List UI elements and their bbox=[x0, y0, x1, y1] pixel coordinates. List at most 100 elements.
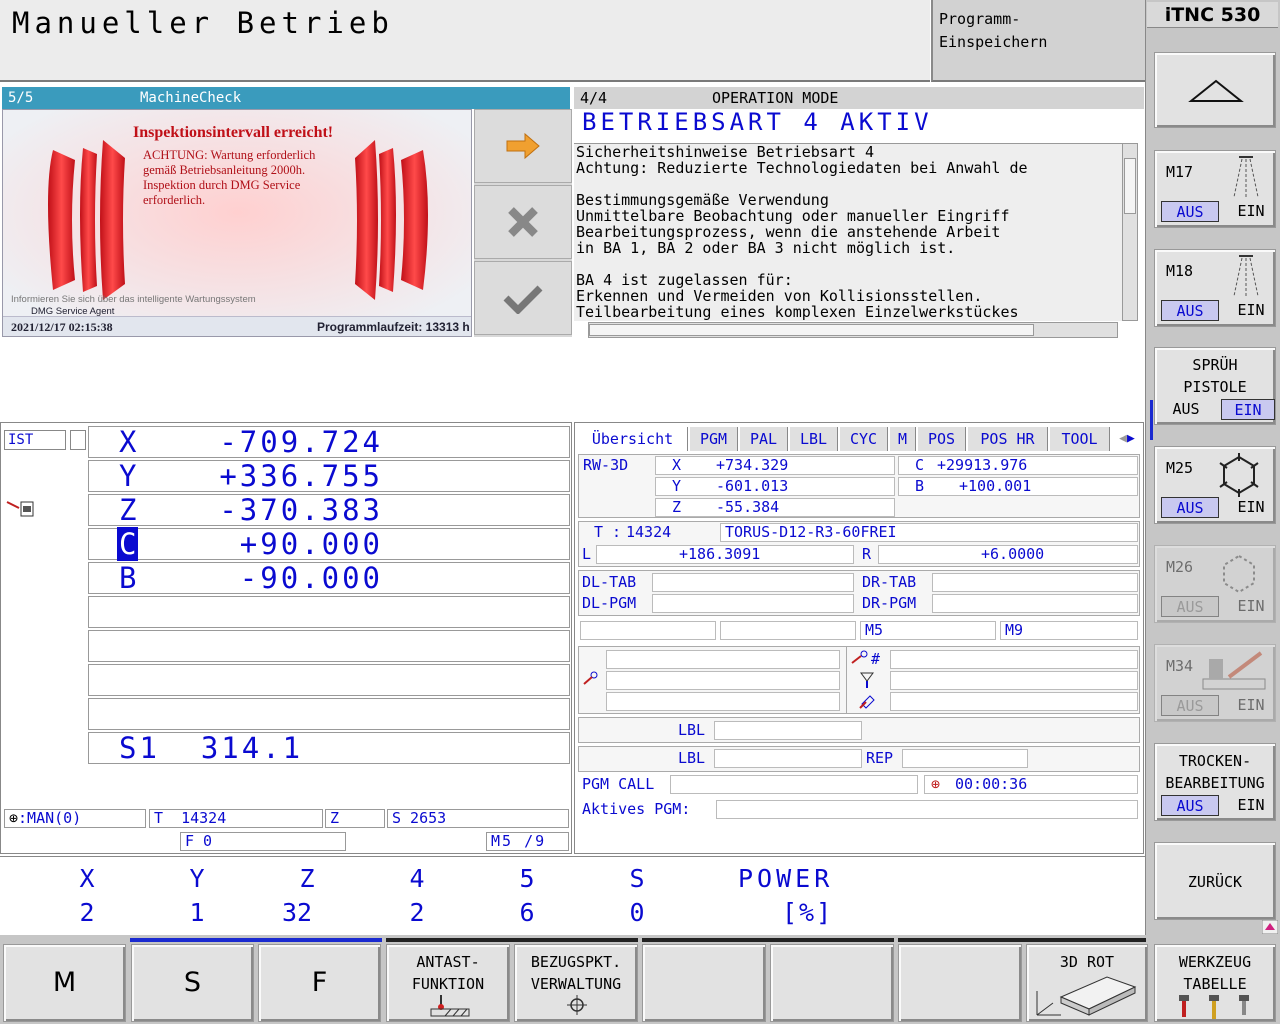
m25-on-label: EIN bbox=[1237, 498, 1265, 516]
m18-label: M18 bbox=[1166, 262, 1194, 280]
l-value: +186.3091 bbox=[679, 545, 761, 563]
alert-line-2: gemäß Betriebsanleitung 2000h. bbox=[143, 163, 306, 177]
axis-label: B bbox=[119, 561, 137, 595]
cancel-button[interactable] bbox=[474, 185, 572, 259]
axis-value: -90.000 bbox=[239, 561, 383, 595]
m-function-cell: M5 /9 bbox=[486, 832, 569, 851]
machinecheck-page: 5/5 bbox=[8, 90, 34, 106]
scroll-thumb[interactable] bbox=[1124, 158, 1136, 214]
f-softkey[interactable]: F bbox=[258, 944, 381, 1022]
empty-softkey[interactable] bbox=[642, 944, 766, 1022]
softkey-group-indicator bbox=[642, 938, 894, 942]
3d-rot-softkey[interactable]: 3D ROT bbox=[1026, 944, 1148, 1022]
z-cell: Z -55.384 bbox=[655, 498, 895, 517]
hash-label: # bbox=[871, 650, 881, 668]
spray-gun-softkey[interactable]: SPRÜH PISTOLE AUS EIN bbox=[1154, 347, 1276, 425]
program-store-button[interactable]: Programm- Einspeichern bbox=[931, 0, 1145, 82]
counter-y-label: Y bbox=[189, 864, 205, 893]
tab-tool[interactable]: TOOL bbox=[1050, 427, 1110, 451]
tab-pal[interactable]: PAL bbox=[740, 427, 788, 451]
empty-softkey[interactable] bbox=[770, 944, 894, 1022]
m17-on-label: EIN bbox=[1237, 202, 1265, 220]
m17-softkey[interactable]: M17 AUS EIN bbox=[1154, 150, 1276, 228]
lbl-cell-2 bbox=[714, 749, 862, 768]
spray-on-state: EIN bbox=[1221, 399, 1275, 420]
man-mode: :MAN(0) bbox=[18, 809, 82, 827]
tab-pgm[interactable]: PGM bbox=[690, 427, 738, 451]
alert-line-3: Inspektion durch DMG Service bbox=[143, 178, 301, 192]
m34-softkey[interactable]: M34 AUS EIN bbox=[1154, 644, 1276, 722]
m26-softkey[interactable]: M26 AUS EIN bbox=[1154, 545, 1276, 623]
checkmark-icon bbox=[503, 285, 543, 314]
scroll-thumb[interactable] bbox=[589, 324, 1034, 336]
gear-dotted-icon bbox=[1223, 554, 1255, 594]
tab-m[interactable]: M bbox=[890, 427, 916, 451]
softkey-group-indicator bbox=[386, 938, 638, 942]
position-mode: IST bbox=[4, 430, 66, 450]
m18-softkey[interactable]: M18 AUS EIN bbox=[1154, 249, 1276, 327]
tool-table-label-1: WERKZEUG bbox=[1178, 953, 1252, 971]
y-value: -601.013 bbox=[716, 477, 789, 495]
opmode-header: 4/4 OPERATION MODE bbox=[574, 87, 1144, 109]
confirm-button[interactable] bbox=[474, 261, 572, 335]
empty-softkey[interactable] bbox=[898, 944, 1022, 1022]
m34-label: M34 bbox=[1166, 657, 1194, 675]
status-indicator-icon bbox=[1262, 920, 1278, 934]
chevron-left-icon[interactable]: ◀ bbox=[1119, 431, 1127, 446]
page-up-button[interactable] bbox=[1154, 52, 1276, 128]
r-label: R bbox=[862, 545, 872, 563]
tab-overview[interactable]: Übersicht bbox=[578, 427, 688, 451]
dr-tab-label: DR-TAB bbox=[862, 573, 917, 591]
axis-value: +336.755 bbox=[219, 459, 383, 493]
opmode-text: Sicherheitshinweise Betriebsart 4 Achtun… bbox=[574, 143, 1122, 321]
spray-label-1: SPRÜH bbox=[1192, 356, 1238, 374]
counter-x-value: 2 bbox=[79, 898, 95, 927]
horizontal-scrollbar[interactable] bbox=[588, 322, 1118, 338]
next-button[interactable] bbox=[474, 109, 572, 183]
axis-row-b: B -90.000 bbox=[88, 561, 570, 595]
feed-cell: F 0 bbox=[180, 832, 346, 851]
m-softkey[interactable]: M bbox=[3, 944, 126, 1022]
datum-label-1: BEZUGSPKT. bbox=[530, 953, 622, 971]
crosshair-icon: ⊕ bbox=[9, 809, 19, 827]
tool-number: 14324 bbox=[181, 809, 227, 827]
rep-cell bbox=[902, 749, 1028, 768]
chevron-right-icon[interactable]: ▶ bbox=[1127, 431, 1135, 446]
m-label: M bbox=[52, 967, 77, 998]
alert-title: Inspektionsintervall erreicht! bbox=[133, 124, 334, 141]
tool-cell: T 14324 bbox=[149, 809, 323, 828]
tab-pos-hr[interactable]: POS HR bbox=[968, 427, 1048, 451]
tab-lbl[interactable]: LBL bbox=[790, 427, 838, 451]
arrow-right-icon bbox=[506, 132, 540, 160]
probe-function-softkey[interactable]: ANTAST- FUNKTION bbox=[386, 944, 510, 1022]
coolant-icon bbox=[1233, 255, 1259, 297]
dry-label-1: TROCKEN- bbox=[1178, 752, 1252, 770]
tab-pos[interactable]: POS bbox=[918, 427, 966, 451]
vertical-scrollbar[interactable] bbox=[1122, 143, 1138, 321]
m9-cell: M9 bbox=[1000, 621, 1138, 640]
dry-machining-softkey[interactable]: TROCKEN- BEARBEITUNG AUS EIN bbox=[1154, 743, 1276, 821]
probe-label-2: FUNKTION bbox=[411, 975, 485, 993]
s-softkey[interactable]: S bbox=[131, 944, 254, 1022]
close-icon bbox=[508, 207, 538, 237]
mirror-icon bbox=[860, 672, 874, 688]
axis-row-c: C +90.000 bbox=[88, 527, 570, 561]
r-value: +6.0000 bbox=[981, 545, 1045, 563]
b-value: +100.001 bbox=[959, 477, 1032, 495]
dr-pgm-cell bbox=[932, 594, 1138, 613]
m25-softkey[interactable]: M25 AUS EIN bbox=[1154, 446, 1276, 524]
x-value: +734.329 bbox=[716, 456, 789, 474]
tab-scroll[interactable]: ◀▶ bbox=[1112, 427, 1142, 451]
active-pgm-label: Aktives PGM: bbox=[582, 800, 691, 818]
back-button[interactable]: ZURÜCK bbox=[1154, 842, 1276, 920]
counter-s-label: S bbox=[629, 864, 645, 893]
axis-label: X bbox=[119, 425, 137, 459]
datum-management-softkey[interactable]: BEZUGSPKT. VERWALTUNG bbox=[514, 944, 638, 1022]
clock-icon: ⊕ bbox=[931, 775, 941, 793]
c-label: C bbox=[915, 456, 925, 474]
tab-cyc[interactable]: CYC bbox=[840, 427, 888, 451]
pgm-call-cell bbox=[670, 775, 918, 794]
tool-table-softkey[interactable]: WERKZEUG TABELLE bbox=[1154, 944, 1276, 1022]
man-mode-cell: ⊕:MAN(0) bbox=[4, 809, 146, 828]
axis-value: +90.000 bbox=[239, 527, 383, 561]
